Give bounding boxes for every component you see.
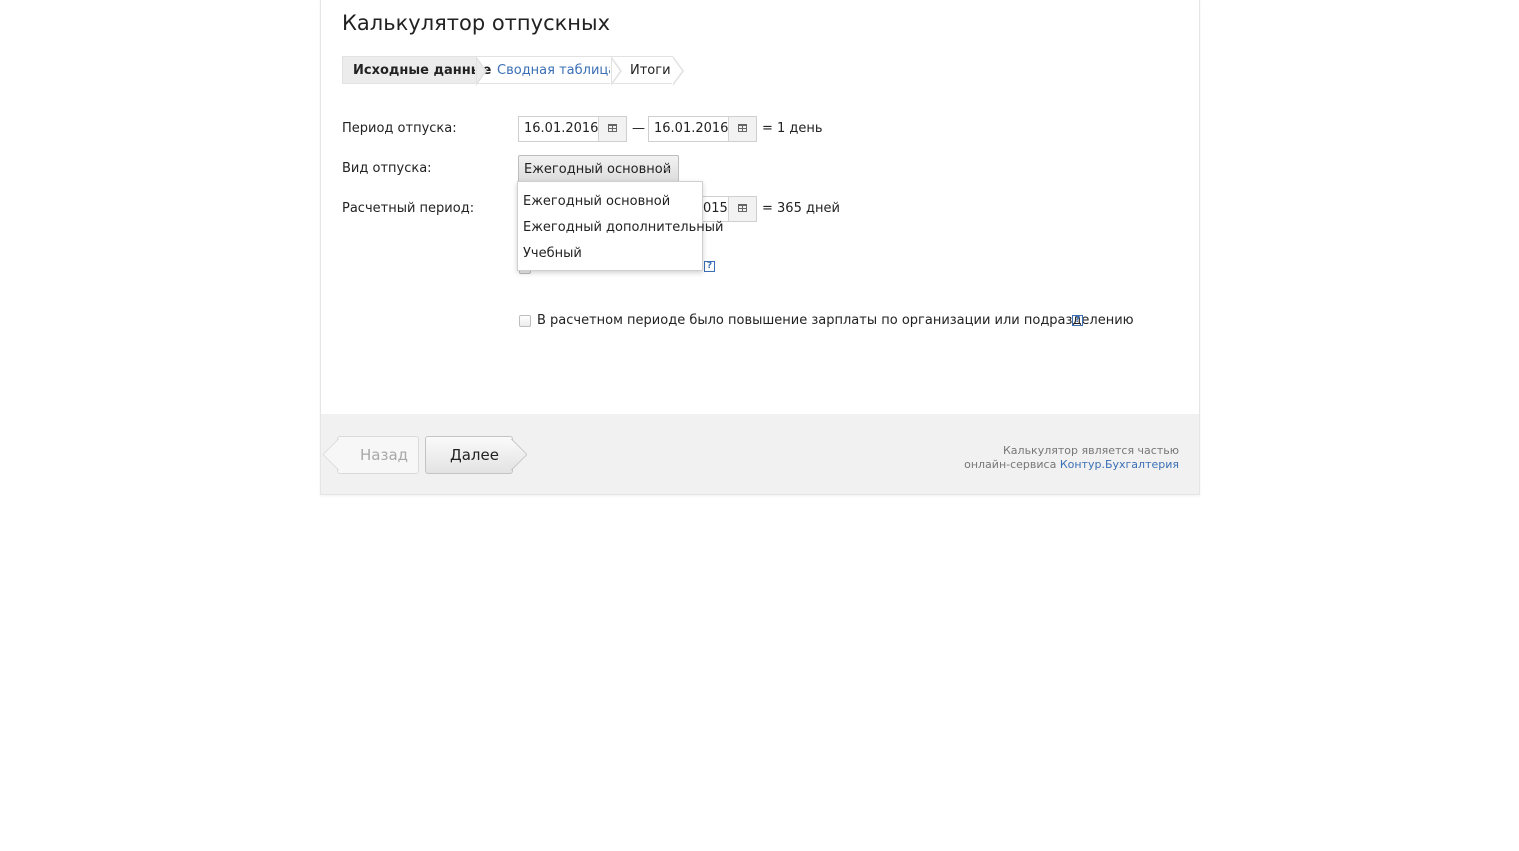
footer: Назад Далее Калькулятор является частью … bbox=[321, 414, 1199, 494]
calendar-button[interactable] bbox=[728, 117, 756, 141]
menu-item-annual-additional[interactable]: Ежегодный дополнительный bbox=[523, 220, 723, 235]
menu-item-annual-main[interactable]: Ежегодный основной bbox=[523, 194, 670, 209]
vacation-period-label: Период отпуска: bbox=[342, 121, 457, 136]
kontur-link[interactable]: Контур.Бухгалтерия bbox=[1060, 458, 1179, 471]
calendar-icon bbox=[738, 204, 747, 212]
calc-days-result: = 365 дней bbox=[762, 201, 840, 216]
calendar-button[interactable] bbox=[728, 197, 756, 221]
salary-increase-label: В расчетном периоде было повышение зарпл… bbox=[537, 313, 1134, 328]
calc-period-to-value: 015 bbox=[703, 201, 728, 216]
step-label: Сводная таблица bbox=[497, 63, 617, 78]
calc-period-label: Расчетный период: bbox=[342, 201, 475, 216]
vacation-to-value: 16.01.2016 bbox=[654, 121, 729, 136]
vacation-from-field[interactable]: 16.01.2016 bbox=[518, 116, 627, 142]
chevron-down-icon bbox=[663, 168, 671, 172]
step-source-data[interactable]: Исходные данные bbox=[342, 56, 491, 86]
back-label: Назад bbox=[360, 446, 409, 464]
step-label: Исходные данные bbox=[353, 63, 492, 78]
menu-item-study[interactable]: Учебный bbox=[523, 246, 582, 261]
vacation-type-menu: Ежегодный основной Ежегодный дополнитель… bbox=[517, 181, 723, 271]
calendar-icon bbox=[608, 124, 617, 132]
note-line1: Калькулятор является частью bbox=[1002, 444, 1179, 457]
note-line2: онлайн-сервиса Контур.Бухгалтерия bbox=[964, 458, 1179, 472]
vacation-to-field[interactable]: 16.01.2016 bbox=[648, 116, 757, 142]
next-label: Далее bbox=[450, 446, 499, 464]
step-summary-table[interactable]: Сводная таблица bbox=[476, 56, 622, 86]
calculator-card: Калькулятор отпускных Исходные данные Св… bbox=[320, 0, 1200, 495]
step-totals[interactable]: Итоги bbox=[611, 56, 684, 86]
vacation-from-value: 16.01.2016 bbox=[524, 121, 599, 136]
note-line2-text: онлайн-сервиса bbox=[964, 458, 1060, 471]
back-button[interactable]: Назад bbox=[337, 436, 419, 474]
page-title: Калькулятор отпускных bbox=[342, 11, 611, 35]
vacation-days-result: = 1 день bbox=[762, 121, 823, 136]
calendar-button[interactable] bbox=[598, 117, 626, 141]
next-button[interactable]: Далее bbox=[425, 436, 513, 474]
vacation-type-label: Вид отпуска: bbox=[342, 161, 432, 176]
service-note: Калькулятор является частью онлайн-серви… bbox=[964, 444, 1179, 472]
help-icon[interactable]: ? bbox=[1072, 315, 1083, 326]
help-icon[interactable]: ? bbox=[704, 261, 715, 272]
vacation-type-select[interactable]: Ежегодный основной bbox=[518, 155, 679, 183]
vacation-type-selected: Ежегодный основной bbox=[524, 162, 672, 177]
salary-increase-checkbox[interactable] bbox=[519, 315, 531, 327]
step-label: Итоги bbox=[630, 63, 671, 78]
period-dash: — bbox=[632, 121, 645, 136]
step-arrow bbox=[672, 56, 684, 86]
calendar-icon bbox=[738, 124, 747, 132]
